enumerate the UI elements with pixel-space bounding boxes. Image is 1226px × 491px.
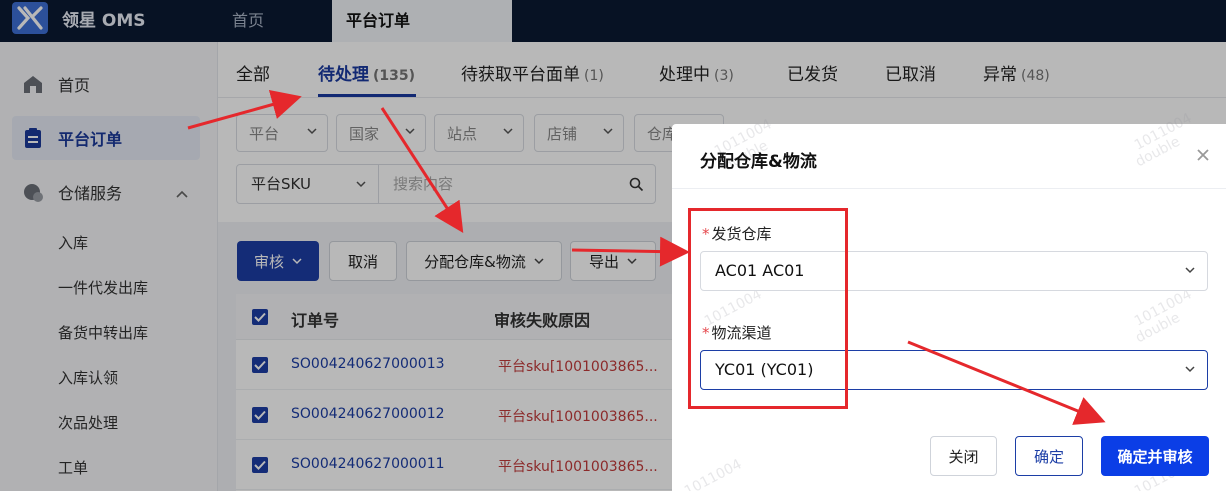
arrow-to-confirm-audit xyxy=(907,340,1106,425)
annotation-arrows xyxy=(187,89,1106,425)
arrow-to-assign-button xyxy=(380,107,464,234)
arrow-to-pending-tab xyxy=(187,89,302,130)
arrow-to-modal-box xyxy=(571,236,690,267)
